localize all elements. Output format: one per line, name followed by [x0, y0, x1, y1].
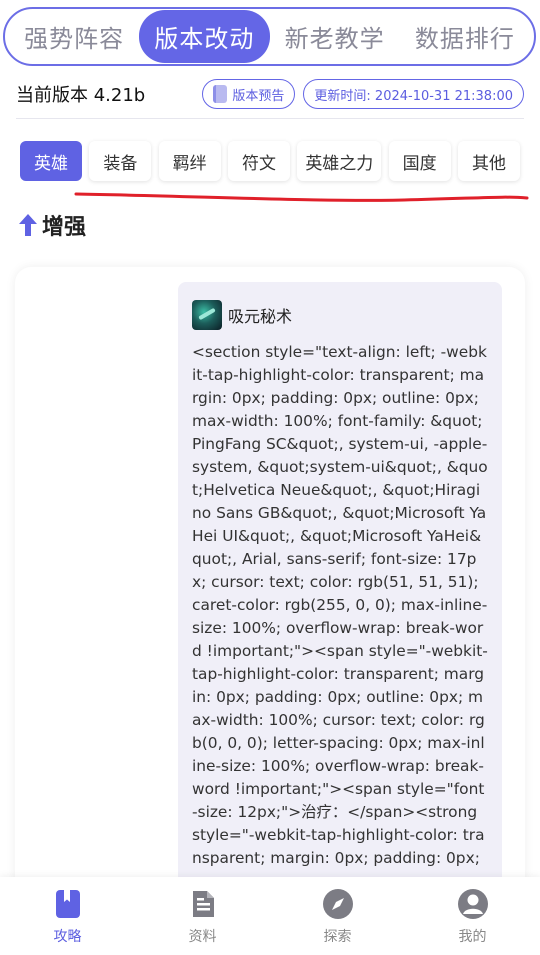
- nav-data[interactable]: 资料: [135, 877, 270, 955]
- tab-tutorials[interactable]: 新老教学: [270, 10, 400, 63]
- category-chips: 英雄 装备 羁绊 符文 英雄之力 国度 其他: [20, 141, 520, 181]
- chip-hero-power[interactable]: 英雄之力: [297, 141, 382, 181]
- nav-guides[interactable]: 攻略: [0, 877, 135, 955]
- skill-icon: [192, 300, 222, 330]
- chip-items[interactable]: 装备: [89, 141, 152, 181]
- compass-icon: [322, 889, 353, 919]
- update-time-label: 更新时间: 2024-10-31 21:38:00: [314, 88, 513, 104]
- tab-data-rankings[interactable]: 数据排行: [400, 10, 530, 63]
- chip-others[interactable]: 其他: [457, 141, 520, 181]
- arrow-up-icon: [19, 214, 37, 236]
- book-icon: [55, 890, 80, 918]
- tab-strong-lineups[interactable]: 强势阵容: [9, 10, 139, 63]
- document-icon: [192, 891, 214, 917]
- nav-explore-label: 探索: [323, 929, 352, 945]
- section-header: 增强: [18, 208, 86, 242]
- red-underline-annotation: [74, 192, 529, 202]
- skill-header: 吸元秘术: [192, 299, 292, 331]
- chip-heroes[interactable]: 英雄: [20, 141, 82, 181]
- chip-traits[interactable]: 羁绊: [158, 141, 221, 181]
- nav-profile[interactable]: 我的: [405, 877, 540, 955]
- nav-explore[interactable]: 探索: [270, 877, 405, 955]
- update-time-badge: 更新时间: 2024-10-31 21:38:00: [303, 79, 524, 109]
- nav-profile-label: 我的: [458, 929, 487, 945]
- divider: [16, 118, 524, 119]
- tab-version-changes[interactable]: 版本改动: [139, 10, 270, 63]
- version-preview-label: 版本预告: [232, 88, 285, 104]
- version-row: 当前版本 4.21b 版本预告 更新时间: 2024-10-31 21:38:0…: [16, 78, 524, 110]
- bottom-nav: 攻略 资料 探索 我的: [0, 877, 540, 955]
- current-version-label: 当前版本 4.21b: [16, 85, 146, 106]
- version-preview-button[interactable]: 版本预告: [202, 79, 296, 109]
- top-tab-bar: 强势阵容 版本改动 新老教学 数据排行: [3, 7, 536, 66]
- skill-name: 吸元秘术: [228, 307, 293, 326]
- change-description: <section style="text-align: left; -webki…: [192, 343, 488, 867]
- section-title: 增强: [42, 215, 87, 240]
- book-icon: [213, 85, 228, 103]
- chip-realms[interactable]: 国度: [388, 141, 451, 181]
- nav-guides-label: 攻略: [53, 929, 82, 945]
- app-page: 强势阵容 版本改动 新老教学 数据排行 当前版本 4.21b 版本预告 更新时间…: [0, 0, 540, 955]
- nav-data-label: 资料: [188, 929, 217, 945]
- user-icon: [457, 889, 488, 919]
- chip-runes[interactable]: 符文: [227, 141, 290, 181]
